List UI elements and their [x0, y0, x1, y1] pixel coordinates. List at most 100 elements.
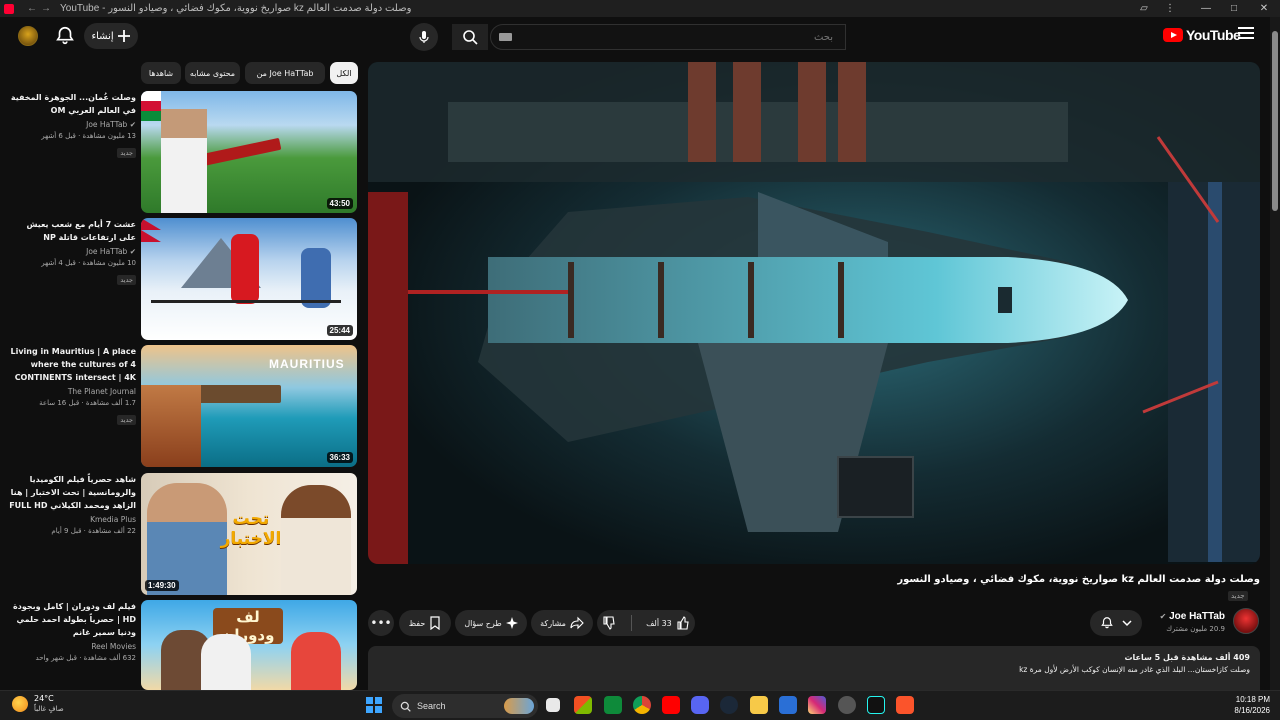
channel-name[interactable]: The Planet Journal [8, 387, 136, 396]
video-thumbnail[interactable]: MAURITIUS 36:33 [141, 345, 357, 467]
new-badge: جديد [117, 148, 136, 158]
video-title[interactable]: فيلم لف ودوران | كامل وبجودة HD | حصرياً… [8, 600, 136, 639]
video-meta: وصلت عُمان... الجوهرة المخفية في العالم … [8, 91, 136, 159]
share-icon [570, 616, 584, 630]
more-options-icon[interactable]: ⋮ [1158, 0, 1182, 17]
task-view-icon[interactable] [546, 698, 560, 712]
list-item[interactable]: 25:44 عشت 7 أيام مع شعب يعيش على ارتفاعا… [0, 218, 358, 340]
back-arrow-icon[interactable]: ← [26, 3, 38, 14]
video-thumbnail[interactable]: لف ودوران [141, 600, 357, 690]
minimize-button[interactable]: — [1194, 0, 1218, 17]
thumbnail-text: تحت الاختبار [220, 509, 282, 549]
description-box[interactable]: 409 ألف مشاهدة قبل 5 ساعات وصلت كازاخستا… [368, 646, 1260, 690]
chrome-icon[interactable] [633, 696, 651, 714]
settings-icon[interactable] [838, 696, 856, 714]
mic-icon [419, 31, 429, 43]
account-avatar[interactable] [18, 26, 38, 46]
forward-arrow-icon[interactable]: → [40, 3, 52, 14]
search-highlight-icon [504, 698, 534, 714]
verified-icon: ✔ [129, 120, 136, 129]
channel-name[interactable]: ✔ Joe HaTTab [8, 120, 136, 129]
list-item[interactable]: MAURITIUS 36:33 Living in Mauritius | A … [0, 345, 358, 467]
search-box[interactable] [490, 24, 846, 50]
extensions-icon[interactable]: ▱ [1132, 0, 1156, 17]
windows-taskbar: 24°C صافٍ غالباً Search 10:18 PM 8/16/202… [0, 690, 1280, 720]
video-title[interactable]: Living in Mauritius | A place where the … [8, 345, 137, 384]
save-button[interactable]: حفظ [399, 610, 451, 636]
instagram-icon[interactable] [808, 696, 826, 714]
store-icon[interactable] [574, 696, 592, 714]
discord-icon[interactable] [691, 696, 709, 714]
create-label: إنشاء [91, 30, 114, 42]
tiktok-icon[interactable] [867, 696, 885, 714]
menu-button[interactable] [1238, 27, 1254, 41]
video-player[interactable] [368, 62, 1260, 564]
steam-icon[interactable] [720, 696, 738, 714]
system-clock[interactable]: 10:18 PM 8/16/2026 [1222, 694, 1270, 716]
channel-name[interactable]: ✔ Joe HaTTab [8, 247, 136, 256]
ask-button[interactable]: طرح سؤال [455, 610, 527, 636]
taskbar-search[interactable]: Search [392, 694, 538, 718]
video-stats: 22 ألف مشاهدة · قبل 9 أيام [51, 527, 136, 535]
thumbs-down-icon[interactable] [602, 616, 616, 630]
create-button[interactable]: إنشاء [84, 23, 138, 49]
duration-badge: 1:49:30 [145, 580, 179, 591]
file-explorer-icon[interactable] [750, 696, 768, 714]
description-text: وصلت كازاخستان... البلد الذي غادر منه ال… [1019, 665, 1250, 674]
window-title-bar: ← → YouTube - صواريخ نووية، مكوك فضائي ،… [0, 0, 1280, 17]
notifications-button[interactable] [54, 25, 76, 47]
menu-icon [1238, 27, 1254, 29]
maximize-button[interactable]: □ [1222, 0, 1246, 17]
youtube-app-icon[interactable] [662, 696, 680, 714]
start-button[interactable] [366, 697, 382, 713]
bookmark-icon [430, 616, 440, 630]
verified-icon: ✔ [1159, 612, 1167, 621]
chevron-down-icon [1122, 620, 1132, 627]
channel-name[interactable]: Reel Movies [8, 642, 136, 651]
video-thumbnail[interactable]: تحت الاختبار 1:49:30 [141, 473, 357, 595]
list-item[interactable]: تحت الاختبار 1:49:30 شاهد حصرياً فيلم ال… [0, 473, 358, 595]
subscription-bell-button[interactable] [1090, 610, 1142, 636]
weather-widget[interactable]: 24°C صافٍ غالباً [12, 694, 64, 714]
channel-name[interactable]: ✔ Joe HaTTab [1140, 611, 1225, 622]
channel-name[interactable]: Kmedia Plus [8, 515, 136, 524]
weather-sun-icon [12, 696, 28, 712]
keyboard-icon[interactable] [499, 33, 512, 41]
verified-icon: ✔ [129, 247, 136, 256]
search-button[interactable] [452, 24, 488, 50]
youtube-logo[interactable]: YouTube [1163, 27, 1241, 43]
chip-from-channel[interactable]: من Joe HaTTab [245, 62, 325, 84]
chip-watched[interactable]: شاهدها [141, 62, 181, 84]
app-blue-icon[interactable] [779, 696, 797, 714]
duration-badge: 25:44 [326, 325, 353, 336]
video-meta: عشت 7 أيام مع شعب يعيش على ارتفاعات قاتل… [8, 218, 136, 286]
more-actions-button[interactable]: ••• [368, 610, 394, 636]
page-scrollbar[interactable] [1270, 17, 1280, 690]
app-green-icon[interactable] [604, 696, 622, 714]
search-icon [463, 30, 478, 45]
video-title[interactable]: وصلت عُمان... الجوهرة المخفية في العالم … [8, 91, 136, 117]
youtube-header: إنشاء YouTube [0, 17, 1270, 57]
video-thumbnail[interactable]: 25:44 [141, 218, 357, 340]
plus-icon [117, 30, 130, 42]
video-thumbnail[interactable]: 43:50 [141, 91, 357, 213]
close-button[interactable]: ✕ [1252, 0, 1276, 17]
view-stats: 409 ألف مشاهدة قبل 5 ساعات [1124, 653, 1251, 662]
brave-icon[interactable] [896, 696, 914, 714]
list-item[interactable]: 43:50 وصلت عُمان... الجوهرة المخفية في ا… [0, 91, 358, 213]
like-button[interactable]: 33 ألف [646, 616, 690, 630]
chip-similar[interactable]: محتوى مشابه [185, 62, 240, 84]
list-item[interactable]: لف ودوران فيلم لف ودوران | كامل وبجودة H… [0, 600, 358, 690]
voice-search-button[interactable] [410, 23, 438, 51]
search-input[interactable] [491, 25, 845, 49]
channel-avatar[interactable] [1233, 608, 1259, 634]
share-button[interactable]: مشاركة [531, 610, 593, 636]
new-badge: جديد [1228, 591, 1248, 601]
scrollbar-thumb[interactable] [1272, 31, 1278, 211]
video-stats: 1.7 ألف مشاهدة · قبل 16 ساعة [39, 399, 136, 407]
thumbnail-text: MAURITIUS [269, 357, 345, 371]
video-title[interactable]: شاهد حصرياً فيلم الكوميديا والرومانسية |… [8, 473, 136, 512]
video-stats: 10 مليون مشاهدة · قبل 4 أشهر [41, 259, 136, 267]
chip-all[interactable]: الكل [330, 62, 358, 84]
video-title[interactable]: عشت 7 أيام مع شعب يعيش على ارتفاعات قاتل… [8, 218, 136, 244]
